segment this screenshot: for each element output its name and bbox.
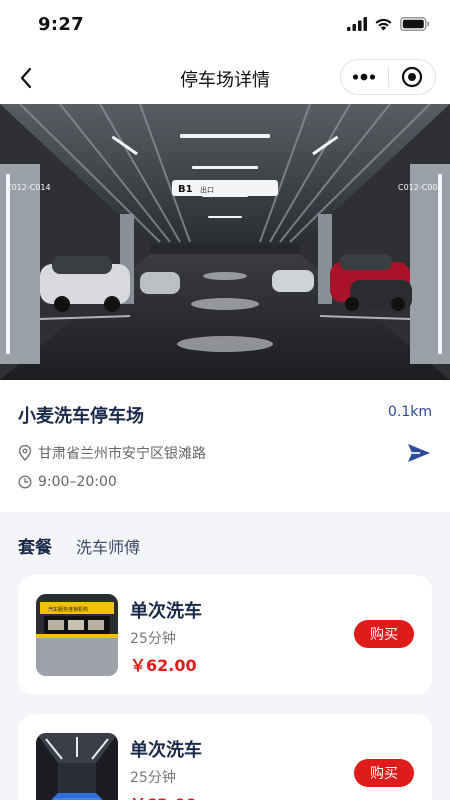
status-time: 9:27 [38,14,84,35]
package-tabs: 套餐 洗车师傅 [18,533,140,558]
parking-info-card: 小麦洗车停车场 0.1km 甘肃省兰州市安宁区银滩路 9:00–20:00 [0,380,450,512]
buy-button[interactable]: 购买 [354,620,414,648]
status-bar: 9:27 [0,0,450,52]
package-duration: 25分钟 [130,631,176,647]
tab-packages[interactable]: 套餐 [18,533,52,558]
hero-sign-left-zone: C012-C014 [6,183,51,192]
hero-sign-level: B1 [178,184,193,195]
parking-lot-photo: B1 出口 C012-C014 C012-C008 [0,104,450,380]
record-target-icon [401,66,422,88]
clock-icon [18,475,32,489]
status-icons [347,17,430,31]
thumbnail-sign: 汽车服务连锁机构 [48,606,88,613]
wifi-icon [375,18,392,31]
package-card[interactable]: 单次洗车 25分钟 ￥62.00 购买 [18,714,432,800]
hero-sign-right-zone: C012-C008 [398,183,443,192]
package-card[interactable]: 汽车服务连锁机构 单次洗车 25分钟 ￥62.00 购买 [18,575,432,695]
distance-label: 0.1km [387,404,432,420]
mini-program-capsule [340,59,436,95]
package-duration: 25分钟 [130,770,176,786]
more-dots-icon [353,73,376,81]
more-button[interactable] [341,60,388,94]
close-miniprogram-button[interactable] [389,60,436,94]
navigate-arrow-icon[interactable] [406,440,432,466]
tab-washers[interactable]: 洗车师傅 [76,534,140,558]
parking-lot-name: 小麦洗车停车场 [18,406,144,427]
package-thumbnail [36,733,118,800]
package-name: 单次洗车 [130,740,202,761]
battery-icon [400,17,430,31]
nav-bar: 停车场详情 [0,52,450,104]
hours-row: 9:00–20:00 [18,474,117,490]
address-row: 甘肃省兰州市安宁区银滩路 [18,443,206,463]
package-name: 单次洗车 [130,601,202,622]
hero-sign-exit: 出口 [200,185,214,194]
package-price: ￥62.00 [130,791,197,800]
cellular-signal-icon [347,17,367,31]
address-text: 甘肃省兰州市安宁区银滩路 [38,446,206,462]
package-price: ￥62.00 [130,656,197,675]
location-pin-icon [18,445,32,461]
package-thumbnail: 汽车服务连锁机构 [36,594,118,676]
hours-text: 9:00–20:00 [38,474,117,490]
buy-button[interactable]: 购买 [354,759,414,787]
